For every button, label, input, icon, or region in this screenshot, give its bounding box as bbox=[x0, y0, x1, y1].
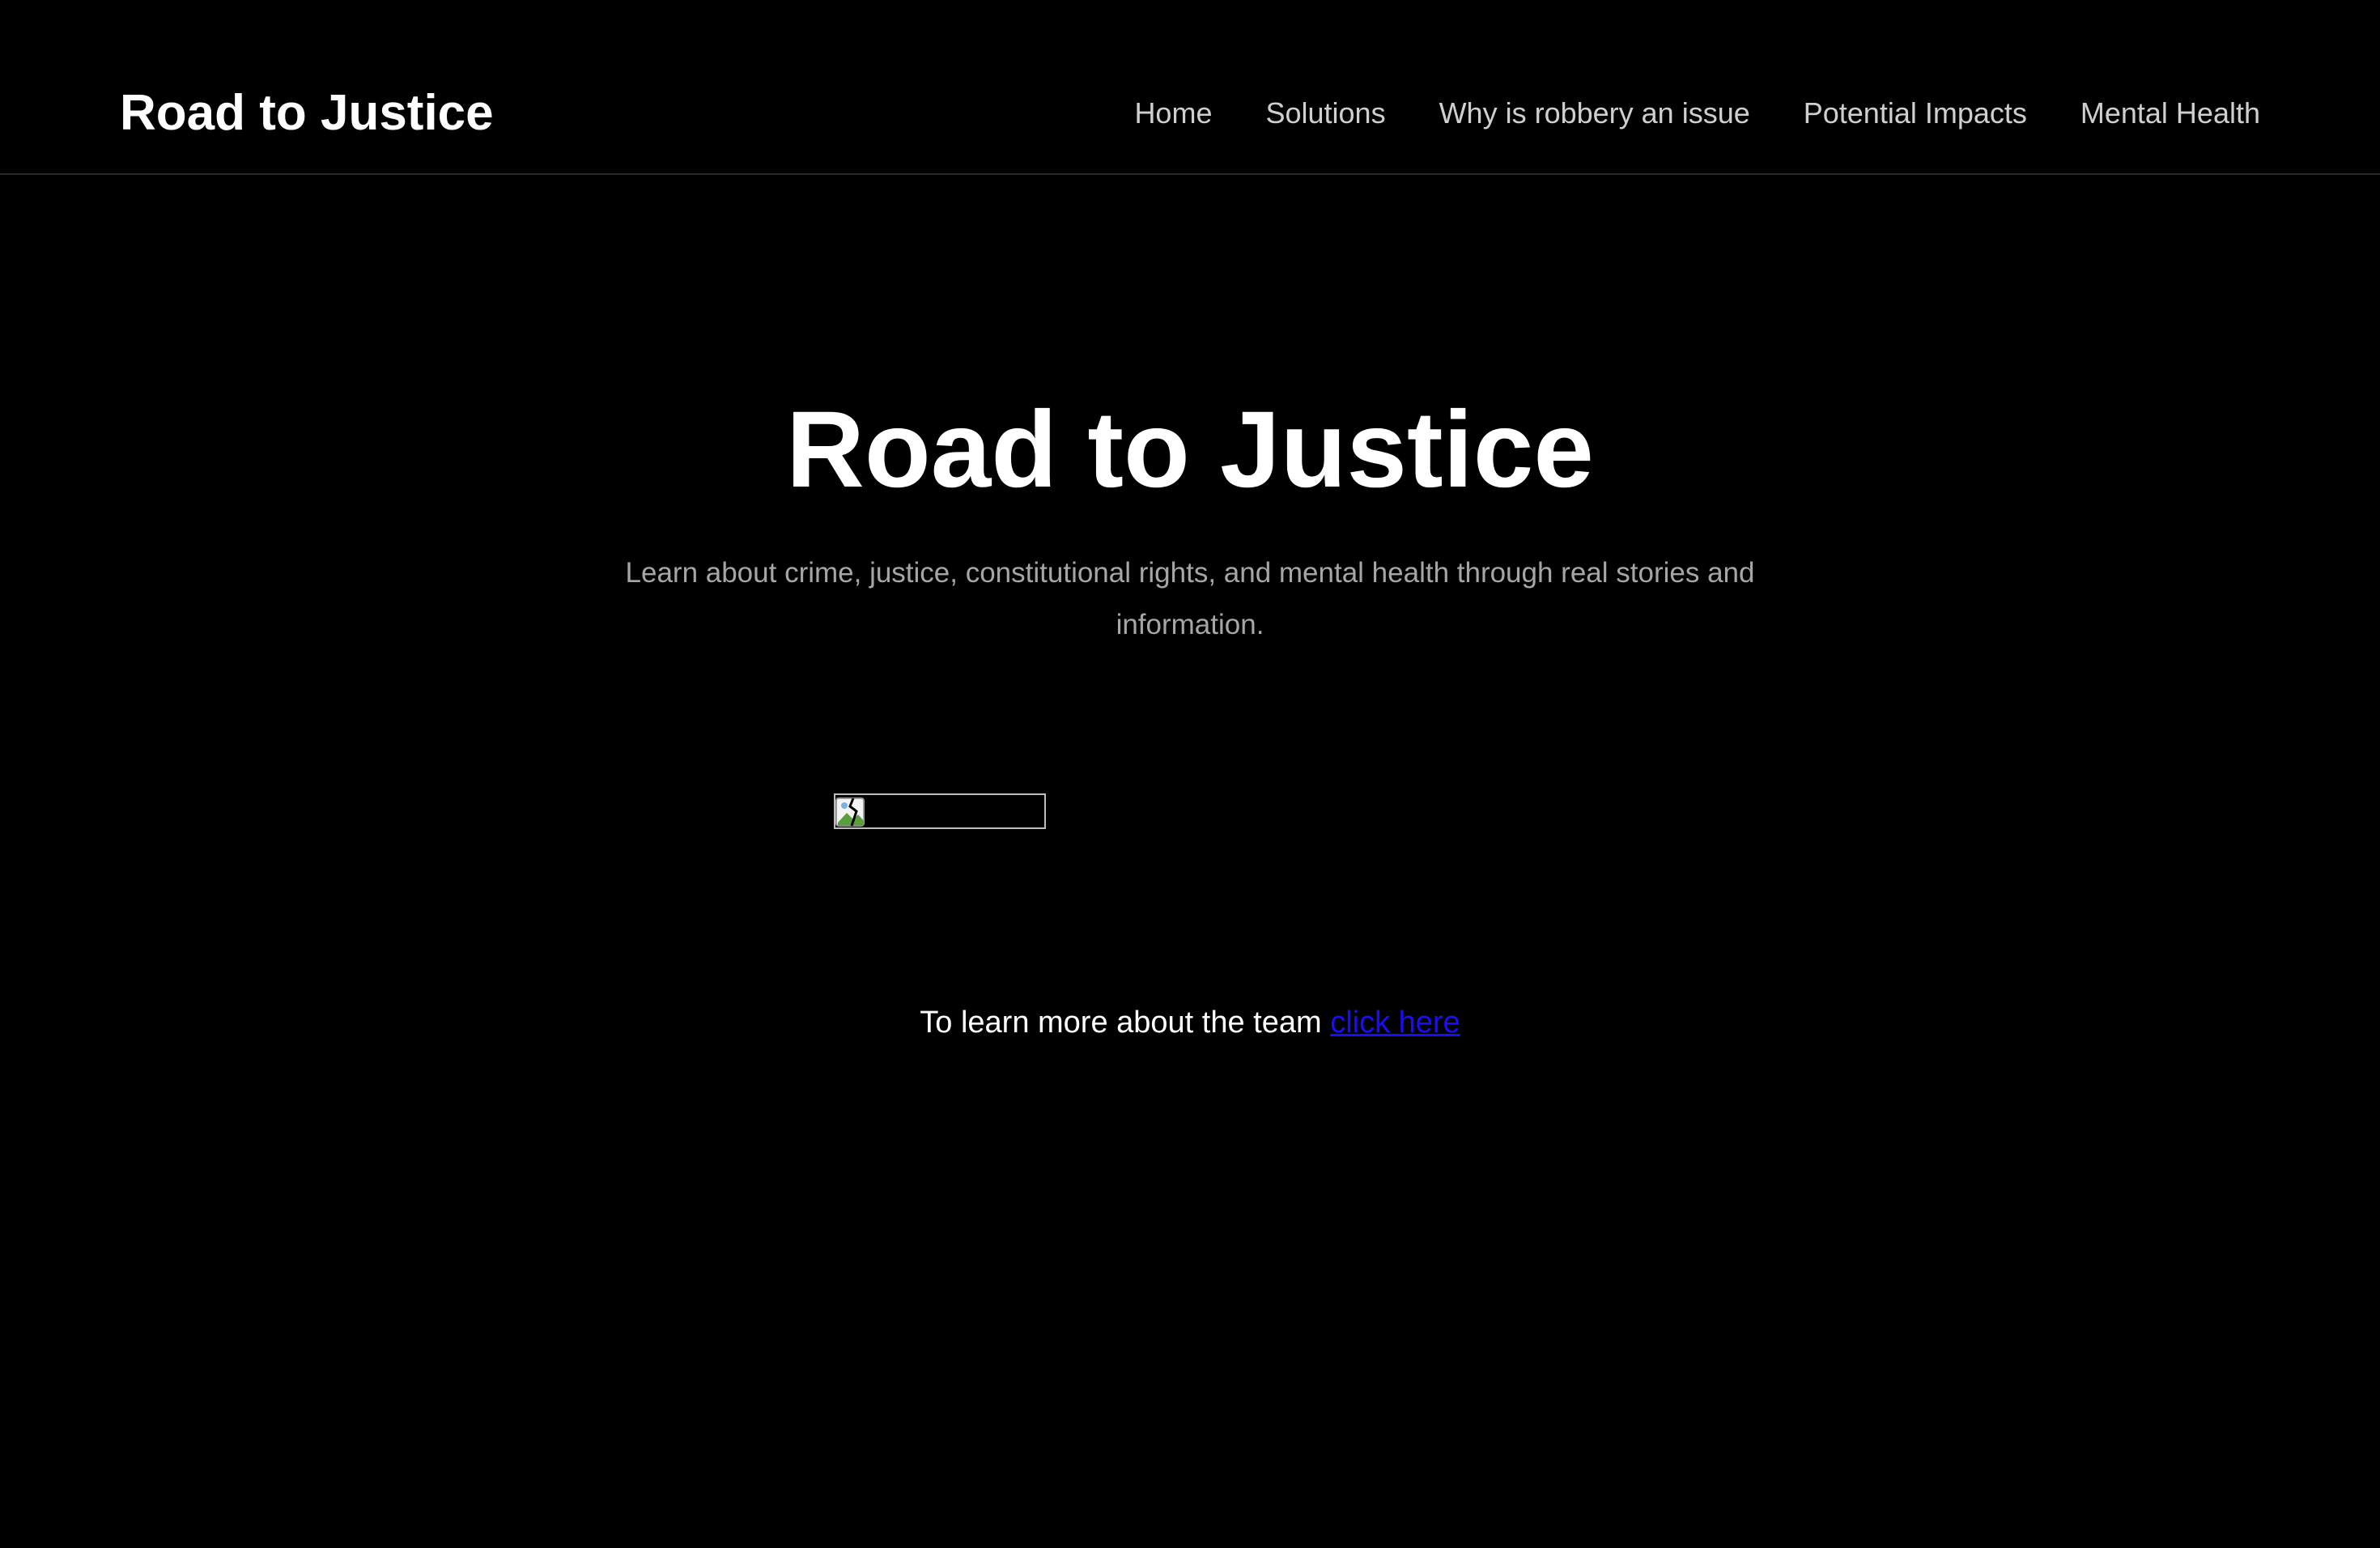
site-brand[interactable]: Road to Justice bbox=[120, 83, 494, 144]
nav-link-home[interactable]: Home bbox=[1134, 92, 1212, 134]
team-link[interactable]: click here bbox=[1330, 1006, 1460, 1040]
site-header: Road to Justice Home Solutions Why is ro… bbox=[0, 0, 2380, 175]
team-info: To learn more about the team click here bbox=[0, 1001, 2380, 1044]
nav-link-solutions[interactable]: Solutions bbox=[1265, 92, 1385, 134]
nav-link-why-robbery[interactable]: Why is robbery an issue bbox=[1439, 92, 1750, 134]
nav-link-potential-impacts[interactable]: Potential Impacts bbox=[1804, 92, 2027, 134]
team-text: To learn more about the team bbox=[920, 1006, 1331, 1040]
nav-link-mental-health[interactable]: Mental Health bbox=[2080, 92, 2260, 134]
hero-image bbox=[834, 793, 1046, 829]
hero-title: Road to Justice bbox=[786, 389, 1594, 510]
broken-image-icon bbox=[835, 797, 865, 827]
hero-subtitle: Learn about crime, justice, constitution… bbox=[625, 557, 1755, 640]
main-nav: Home Solutions Why is robbery an issue P… bbox=[1134, 92, 2260, 134]
